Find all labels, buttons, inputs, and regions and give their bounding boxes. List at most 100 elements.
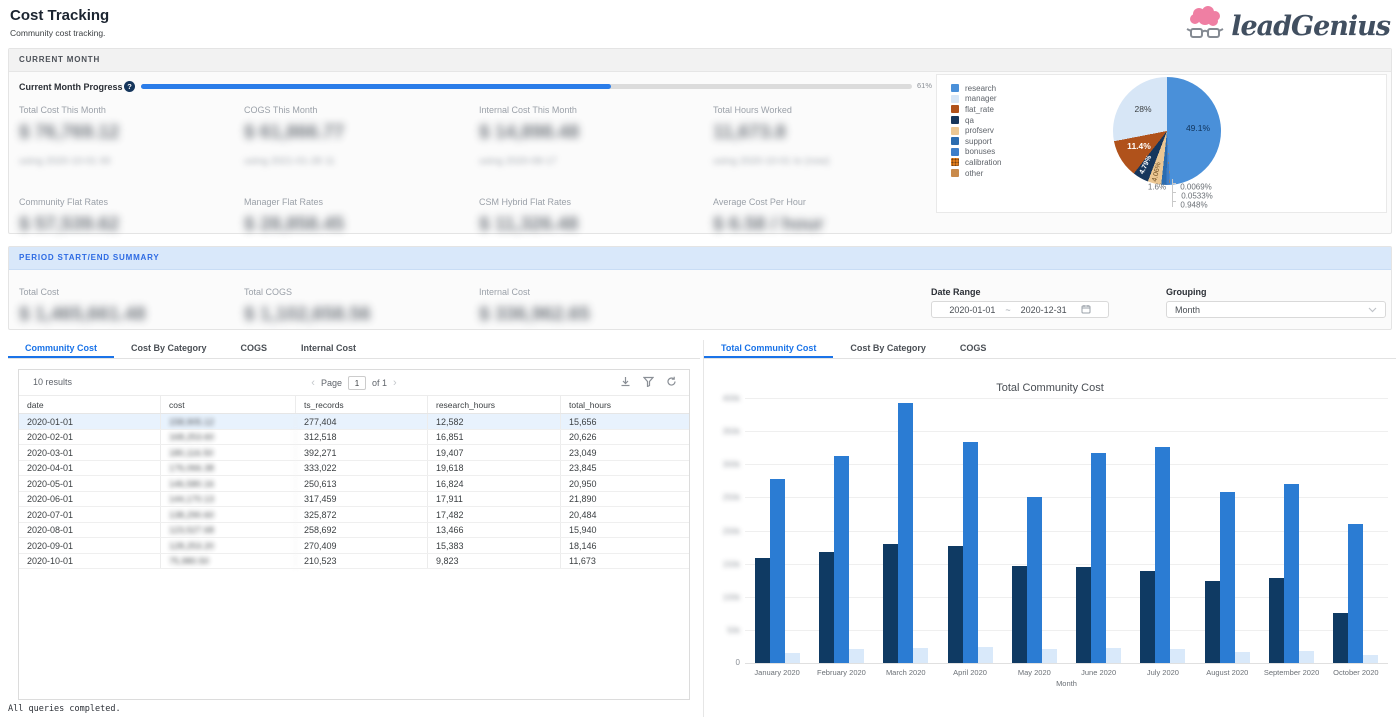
prev-page-button[interactable]: ‹ [311,378,315,389]
legend-item: bonuses [951,147,1001,158]
table-cell: 123,527.68 [161,523,296,538]
tab-cogs[interactable]: COGS [943,340,1004,358]
stat-value: $ 336,962.65 [479,304,713,326]
bar-ts_records [770,479,785,663]
pie-leader-tick [1172,201,1176,202]
table-cell: 2020-06-01 [19,492,161,507]
tab-cost-by-category[interactable]: Cost By Category [114,340,224,358]
table-cell: 258,692 [296,523,428,538]
cost-breakdown-pie-card: researchmanagerflat_rateqaprofservsuppor… [936,74,1387,213]
table-cell: 13,466 [428,523,561,538]
stat-card: Manager Flat Rates$ 28,858.45 [244,197,479,236]
pie-slice-label: 1.6% [1148,183,1166,192]
bar-cost [1076,567,1091,663]
table-cell: 146,580.16 [161,476,296,491]
progress-percent: 61% [917,81,932,90]
legend-swatch [951,148,959,156]
table-cell: 20,626 [561,430,689,445]
stat-card: Total Hours Worked11,673.8using 2020-10-… [713,105,939,197]
period-summary-stats: Total Cost$ 1,465,661.48Total COGS$ 1,10… [19,287,713,326]
table-row[interactable]: 2020-02-01168,253.60312,51816,85120,626 [19,430,689,446]
table-row[interactable]: 2020-04-01176,066.38333,02219,61823,845 [19,461,689,477]
table-row[interactable]: 2020-09-01128,253.20270,40915,38318,146 [19,538,689,554]
bar-group [938,398,1002,663]
brain-glasses-logo-icon [1185,5,1225,48]
table-cell: 270,409 [296,538,428,553]
table-cell: 21,890 [561,492,689,507]
table-cell: 75,980.50 [161,554,296,569]
tab-cost-by-category[interactable]: Cost By Category [833,340,943,358]
tab-cogs[interactable]: COGS [224,340,285,358]
next-page-button[interactable]: › [393,378,397,389]
bar-group [1067,398,1131,663]
stat-card: Total COGS$ 1,102,658.56 [244,287,479,326]
date-range-picker[interactable]: 2020-01-01 ~ 2020-12-31 [931,301,1109,318]
stat-value: $ 14,898.48 [479,122,713,144]
stat-card: Internal Cost This Month$ 14,898.48using… [479,105,713,197]
bar-group [874,398,938,663]
table-cell: 2020-04-01 [19,461,161,476]
bar-total_hours [1170,649,1185,663]
stat-caption: using 2020-08-17 [479,156,713,167]
stat-card: Total Cost$ 1,465,661.48 [19,287,244,326]
stat-label: COGS This Month [244,105,479,115]
table-cell: 2020-01-01 [19,414,161,429]
page-title: Cost Tracking [10,7,109,24]
table-row[interactable]: 2020-01-01158,905.12277,40412,58215,656 [19,414,689,430]
bar-group [1195,398,1259,663]
table-row[interactable]: 2020-07-01138,290.60325,87217,48220,484 [19,507,689,523]
table-cell: 144,170.13 [161,492,296,507]
x-axis-tick-label: April 2020 [938,668,1002,677]
grouping-label: Grouping [1166,287,1207,297]
bar-cost [1333,613,1348,663]
bar-ts_records [1155,447,1170,663]
info-icon[interactable]: ? [124,81,135,92]
date-range-separator: ~ [1005,305,1010,315]
table-row[interactable]: 2020-03-01180,116.50392,27119,40723,049 [19,445,689,461]
x-axis-tick-label: March 2020 [874,668,938,677]
current-month-stats: Total Cost This Month$ 76,769.12using 20… [19,105,939,236]
table-cell: 180,116.50 [161,445,296,460]
tab-total-community-cost[interactable]: Total Community Cost [704,340,833,358]
y-axis-tick-label: 50k [700,626,740,635]
table-cell: 2020-07-01 [19,507,161,522]
x-axis-tick-label: August 2020 [1195,668,1259,677]
stat-value: $ 61,866.77 [244,122,479,144]
y-axis-tick-label: 250k [700,493,740,502]
refresh-icon[interactable] [666,376,677,387]
pie-slice-label: 49.1% [1186,123,1210,133]
period-summary-section: PERIOD START/END SUMMARY Total Cost$ 1,4… [8,246,1392,330]
table-row[interactable]: 2020-08-01123,527.68258,69213,46615,940 [19,523,689,539]
table-row[interactable]: 2020-05-01146,580.16250,61316,82420,950 [19,476,689,492]
progress-bar-fill [141,84,611,89]
legend-item: flat_rate [951,104,1001,115]
download-icon[interactable] [620,376,631,387]
stat-value: $ 76,769.12 [19,122,244,144]
grouping-select[interactable]: Month [1166,301,1386,318]
legend-label: other [965,169,983,178]
table-header-row: datecostts_recordsresearch_hourstotal_ho… [19,396,689,414]
column-header: ts_records [296,396,428,413]
date-range-start[interactable]: 2020-01-01 [949,305,995,315]
stat-label: Total Cost [19,287,244,297]
legend-item: manager [951,94,1001,105]
table-cell: 19,407 [428,445,561,460]
legend-swatch [951,127,959,135]
table-row[interactable]: 2020-10-0175,980.50210,5239,82311,673 [19,554,689,570]
page-label: Page [321,378,342,388]
tab-community-cost[interactable]: Community Cost [8,340,114,358]
legend-label: bonuses [965,147,995,156]
page-number-input[interactable] [348,376,366,390]
calendar-icon[interactable] [1081,304,1091,316]
table-row[interactable]: 2020-06-01144,170.13317,45917,91121,890 [19,492,689,508]
table-cell: 2020-05-01 [19,476,161,491]
pie-slice-label: 0.0533% [1181,192,1213,201]
tab-internal-cost[interactable]: Internal Cost [284,340,373,358]
page-of-label: of 1 [372,378,387,388]
stat-card: Internal Cost$ 336,962.65 [479,287,713,326]
bar-ts_records [1220,492,1235,663]
bar-group [1131,398,1195,663]
date-range-end[interactable]: 2020-12-31 [1021,305,1067,315]
legend-label: profserv [965,126,994,135]
filter-icon[interactable] [643,376,654,387]
